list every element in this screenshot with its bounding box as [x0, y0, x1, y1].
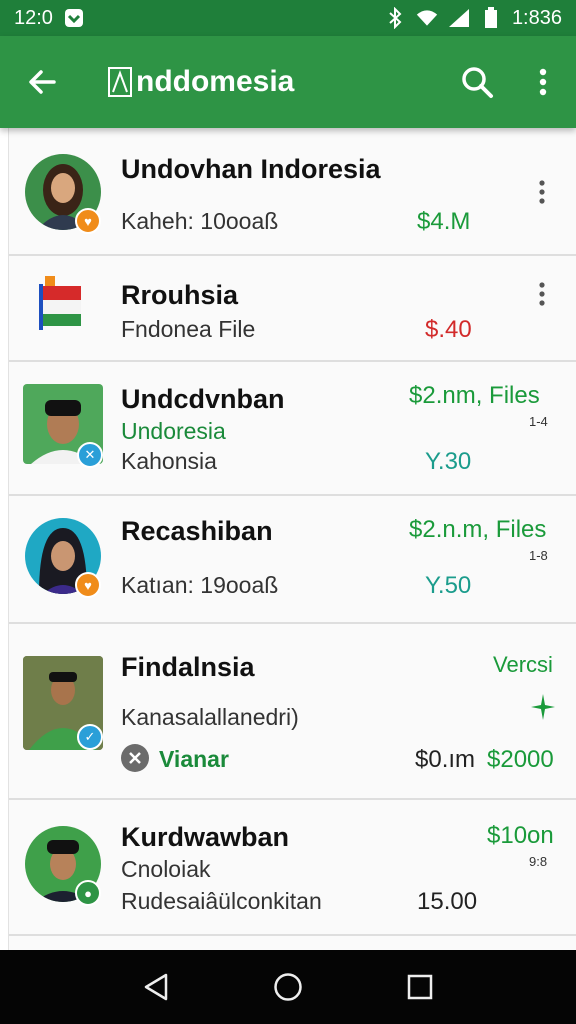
- item-detail: Rudesaiâülconkitan: [121, 888, 322, 914]
- nav-home-button[interactable]: [258, 957, 318, 1017]
- item-meta: 9:8: [529, 854, 548, 869]
- item-subtitle: Fndonea File: [121, 316, 256, 342]
- flag-icon: [39, 276, 85, 332]
- item-subtitle: Undoresia: [121, 418, 226, 444]
- item-amount: $2.n.m, Files: [409, 516, 547, 543]
- app-title: nddomesia: [108, 65, 294, 99]
- more-vert-icon: [539, 180, 545, 204]
- list-item[interactable]: Rrouhsia Fndonea File $.40: [9, 256, 576, 362]
- item-detail: Kahonsia: [121, 448, 217, 474]
- item-name: Findalnsia: [121, 652, 255, 682]
- item-name: Undovhan Indoresia: [121, 154, 381, 184]
- item-name: Rrouhsia: [121, 280, 239, 310]
- sparkle-icon: [531, 694, 555, 725]
- item-amount: $4.M: [417, 208, 471, 235]
- wifi-icon: [416, 7, 438, 29]
- contact-list: ♥ Undovhan Indoresia Kaheh: 10ooaß $4.M …: [8, 128, 576, 950]
- item-name: Kurdwawban: [121, 822, 290, 852]
- status-clock: 1:836: [511, 6, 562, 29]
- item-meta: 1-4: [529, 414, 548, 429]
- arrow-back-icon: [29, 70, 56, 94]
- nav-home-icon: [274, 973, 302, 1001]
- item-subtitle: Cnoloiak: [121, 856, 211, 882]
- item-amount: Vercsi: [493, 652, 553, 677]
- status-bar: 12:0 1:836: [0, 0, 576, 36]
- item-name: Recashiban: [121, 516, 273, 546]
- item-meta: 1-8: [529, 548, 548, 563]
- list-item[interactable]: ♥ Undovhan Indoresia Kaheh: 10ooaß $4.M: [9, 128, 576, 256]
- list-item[interactable]: ♥ Recashiban Katıan: 19ooaß $2.n.m, File…: [9, 496, 576, 624]
- signal-icon: [448, 7, 470, 29]
- item-subtitle: Katıan: 19ooaß: [121, 572, 279, 598]
- app-bar: nddomesia: [0, 36, 576, 128]
- item-amount-secondary: 15.00: [417, 888, 478, 915]
- more-vert-icon: [539, 282, 545, 306]
- item-subtitle: Kanasalallanedri): [121, 704, 299, 730]
- item-amount: $2.nm, Files: [409, 382, 540, 409]
- app-title-text: nddomesia: [136, 65, 295, 98]
- nav-recents-button[interactable]: [390, 957, 450, 1017]
- list-item[interactable]: ✕ Undcdvnban Undoresia Kahonsia $2.nm, F…: [9, 362, 576, 496]
- item-amount-secondary: Y.30: [425, 448, 472, 475]
- nav-back-button[interactable]: [126, 957, 186, 1017]
- item-subtitle: Kaheh: 10ooaß: [121, 208, 279, 234]
- system-nav-bar: [0, 950, 576, 1024]
- verified-badge-icon: ♥: [75, 572, 101, 598]
- online-badge-icon: ●: [75, 880, 101, 906]
- twitter-badge-icon: ✓: [77, 724, 103, 750]
- overflow-menu-button[interactable]: [510, 36, 576, 128]
- item-amount: $10on: [487, 822, 554, 849]
- more-vert-icon: [539, 68, 547, 96]
- verified-badge-icon: ♥: [75, 208, 101, 234]
- nav-back-icon: [144, 973, 168, 1001]
- item-tag[interactable]: Vianar: [159, 746, 229, 773]
- item-more-button[interactable]: [527, 172, 557, 212]
- item-amount-dark: $0.ım: [415, 746, 476, 773]
- search-icon: [462, 67, 493, 98]
- item-name: Undcdvnban: [121, 384, 285, 414]
- status-time: 12:0: [14, 6, 53, 29]
- item-more-button[interactable]: [527, 274, 557, 314]
- list-item[interactable]: ✓ Findalnsia Kanasalallanedri) Vianar Ve…: [9, 624, 576, 800]
- list-item[interactable]: ● Kurdwawban Cnoloiak Rudesaiâülconkitan…: [9, 800, 576, 936]
- back-button[interactable]: [0, 36, 84, 128]
- search-button[interactable]: [444, 36, 510, 128]
- battery-icon: [480, 7, 502, 29]
- item-amount-secondary: $2000: [487, 746, 554, 773]
- nav-recents-icon: [407, 974, 433, 1000]
- app-logo-icon: [108, 67, 132, 97]
- notification-icon: [63, 7, 85, 29]
- item-amount: $.40: [425, 316, 472, 343]
- item-amount-secondary: Y.50: [425, 572, 472, 599]
- bluetooth-icon: [384, 7, 406, 29]
- tag-icon: [121, 744, 149, 772]
- twitter-badge-icon: ✕: [77, 442, 103, 468]
